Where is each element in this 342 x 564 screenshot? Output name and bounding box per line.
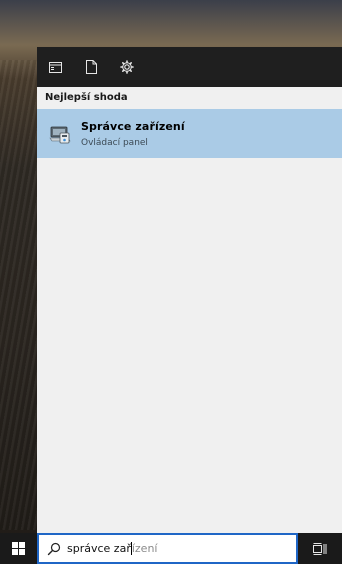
start-button[interactable] — [0, 533, 37, 564]
best-match-subtitle: Ovládací panel — [81, 137, 148, 148]
search-autocomplete-text: ízení — [131, 542, 158, 555]
start-search-panel: Nejlepší shoda Správce zařízení Ovládací… — [37, 47, 342, 533]
taskbar: správce zař ízení — [0, 533, 342, 564]
best-match-result[interactable]: Správce zařízení Ovládací panel — [37, 109, 342, 158]
task-view-icon — [313, 542, 327, 555]
documents-icon[interactable] — [83, 59, 99, 75]
best-match-heading: Nejlepší shoda — [37, 87, 342, 109]
windows-logo-icon — [12, 542, 25, 555]
best-match-title: Správce zařízení — [81, 119, 185, 133]
search-input[interactable]: správce zař ízení — [37, 533, 298, 564]
settings-icon[interactable] — [119, 59, 135, 75]
apps-icon[interactable] — [47, 59, 63, 75]
device-manager-icon — [47, 121, 73, 147]
search-query-text: správce zař — [67, 542, 131, 555]
filter-bar — [37, 47, 342, 87]
search-icon — [47, 542, 61, 555]
task-view-button[interactable] — [298, 533, 342, 564]
